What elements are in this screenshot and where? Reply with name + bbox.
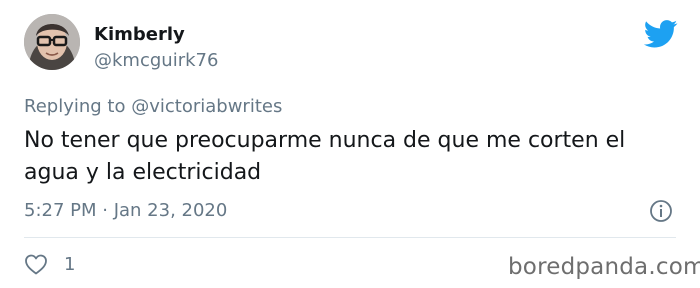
author-handle[interactable]: @kmcguirk76 xyxy=(94,50,218,72)
heart-icon xyxy=(25,254,47,275)
tweet-text: No tener que preocuparme nunca de que me… xyxy=(24,128,626,185)
divider xyxy=(24,237,676,238)
like-button[interactable]: 1 xyxy=(24,252,75,276)
replying-to-label: Replying to xyxy=(24,96,126,117)
avatar[interactable] xyxy=(24,14,80,70)
avatar-image xyxy=(24,14,80,70)
replying-to-line: Replying to @victoriabwrites xyxy=(24,96,282,118)
info-icon[interactable] xyxy=(649,199,673,223)
author-display-name[interactable]: Kimberly xyxy=(94,24,185,46)
reply-to-handle-link[interactable]: @victoriabwrites xyxy=(131,96,282,117)
twitter-bird-icon[interactable] xyxy=(644,20,678,48)
like-count: 1 xyxy=(64,253,76,275)
watermark: boredpanda.com xyxy=(508,254,700,280)
tweet-timestamp[interactable]: 5:27 PM · Jan 23, 2020 xyxy=(24,200,227,222)
